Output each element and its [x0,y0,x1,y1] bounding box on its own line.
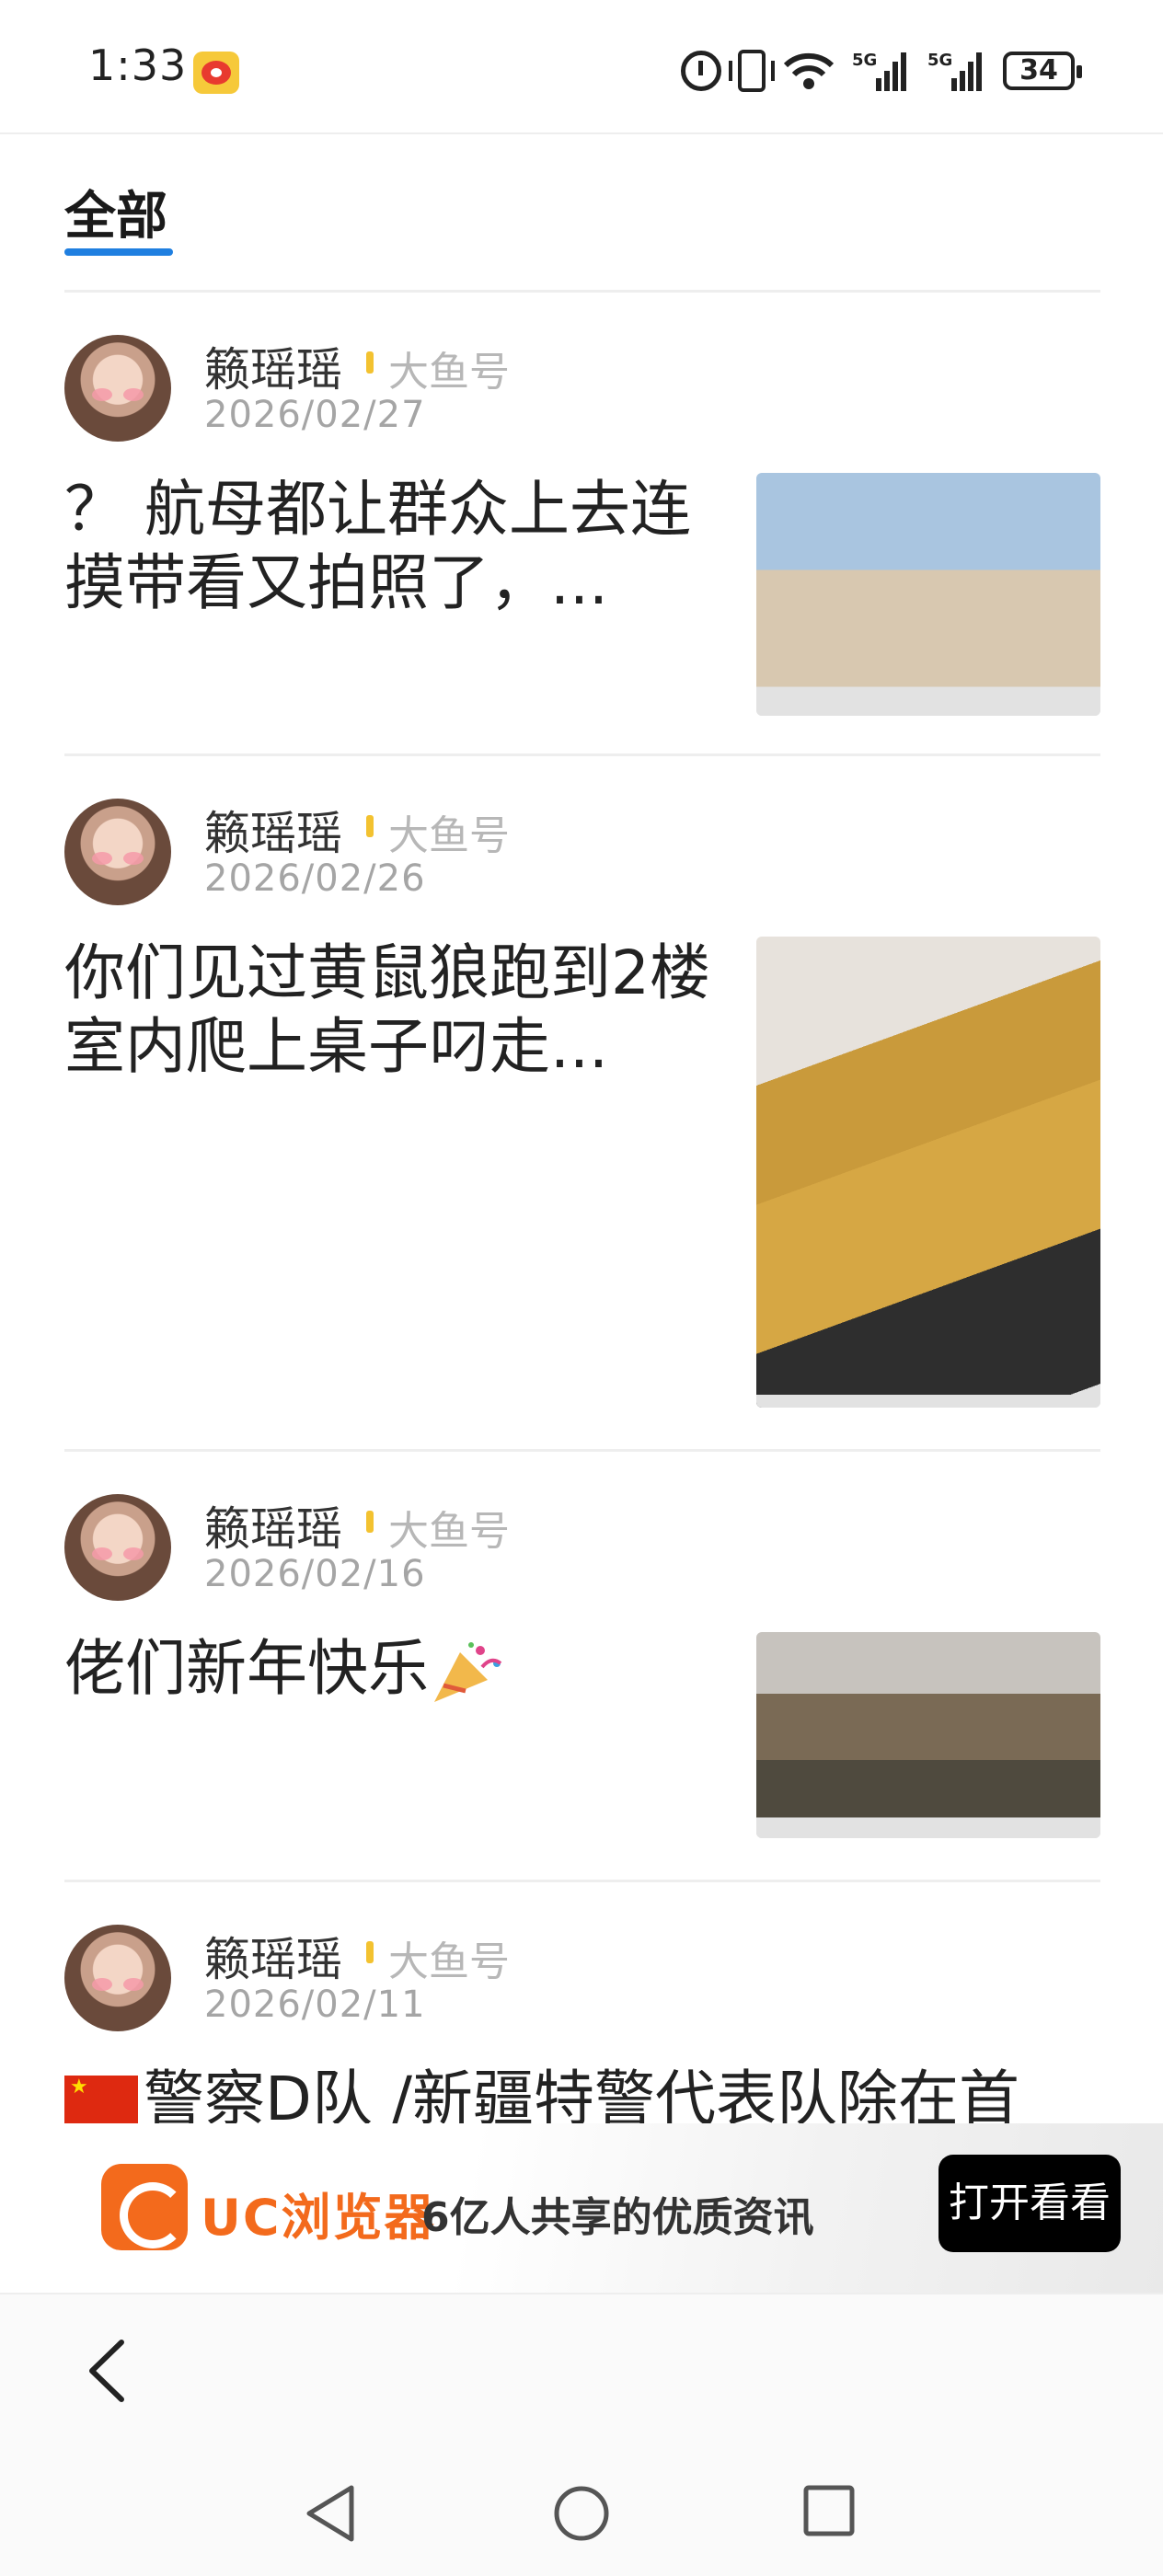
author-name: 籁瑶瑶 [204,343,342,397]
vibrate-icon [729,50,775,92]
alarm-icon [681,51,721,91]
signal-icon: 5G [852,49,911,93]
status-time: 1:33 [88,40,188,90]
uc-slogan: 6亿人共享的优质资讯 [421,2194,814,2241]
weibo-icon [193,52,239,94]
source-mark [366,815,374,837]
avatar[interactable] [64,1925,171,2031]
source-label: 大鱼号 [388,349,510,396]
post-title[interactable]: 警察D队 /新疆特警代表队除在首 [64,2063,1100,2123]
system-back-icon[interactable] [304,2484,359,2543]
article-feed: 籁瑶瑶 大鱼号 2026/02/27 ？ 航母都让群众上去连摸带看又拍照了，..… [64,293,1100,2123]
post-title[interactable]: ？ 航母都让群众上去连摸带看又拍照了，... [64,473,718,620]
uc-brand-name: UC浏览器 [201,2189,436,2247]
uc-promo-banner[interactable]: UC浏览器 6亿人共享的优质资讯 打开看看 [0,2123,1163,2293]
source-mark [366,351,374,374]
svg-text:5G: 5G [927,51,952,70]
post-thumbnail[interactable] [756,473,1100,716]
avatar[interactable] [64,1494,171,1601]
post-title[interactable]: 佬们新年快乐 [64,1632,718,1706]
source-label: 大鱼号 [388,1508,510,1555]
app-bottom-bar [0,2293,1163,2449]
source-label: 大鱼号 [388,1938,510,1985]
uc-logo-icon [101,2164,188,2250]
post-date: 2026/02/16 [204,1553,426,1595]
list-item[interactable]: 籁瑶瑶 大鱼号 2026/02/26 你们见过黄鼠狼跑到2楼室内爬上桌子叼走..… [64,756,1100,1452]
svg-text:5G: 5G [852,51,877,70]
post-date: 2026/02/27 [204,394,426,436]
list-item[interactable]: 籁瑶瑶 大鱼号 2026/02/11 警察D队 /新疆特警代表队除在首 [64,1882,1100,2123]
author-name: 籁瑶瑶 [204,1502,342,1556]
post-title-text: 佬们新年快乐 [64,1633,429,1704]
status-bar: 1:33 5G 5G 34 [0,0,1163,134]
post-title[interactable]: 你们见过黄鼠狼跑到2楼室内爬上桌子叼走... [64,937,718,1084]
author-name: 籁瑶瑶 [204,807,342,860]
status-icons: 5G 5G 34 [681,48,1082,94]
signal-icon: 5G [927,49,986,93]
post-date: 2026/02/26 [204,857,426,900]
avatar[interactable] [64,335,171,442]
system-recents-icon[interactable] [802,2484,856,2537]
avatar[interactable] [64,799,171,905]
back-chevron-icon[interactable] [81,2339,136,2403]
tab-active-indicator [64,248,173,256]
tab-all[interactable]: 全部 [64,175,167,249]
wifi-icon [782,51,835,91]
battery-icon: 34 [1003,52,1082,90]
source-mark [366,1511,374,1533]
list-item[interactable]: 籁瑶瑶 大鱼号 2026/02/16 佬们新年快乐 [64,1452,1100,1882]
system-nav-bar [0,2449,1163,2576]
open-app-button[interactable]: 打开看看 [938,2155,1121,2252]
list-item[interactable]: 籁瑶瑶 大鱼号 2026/02/27 ？ 航母都让群众上去连摸带看又拍照了，..… [64,293,1100,756]
post-date: 2026/02/11 [204,1984,426,2026]
post-thumbnail[interactable] [756,937,1100,1408]
party-popper-icon [434,1641,502,1702]
author-name: 籁瑶瑶 [204,1933,342,1986]
tab-bar: 全部 [64,134,1100,293]
system-home-icon[interactable] [552,2484,611,2543]
source-label: 大鱼号 [388,812,510,859]
post-title-text: 警察D队 /新疆特警代表队除在首 [144,2064,1020,2123]
china-flag-icon [64,2075,138,2123]
source-mark [366,1941,374,1963]
post-thumbnail[interactable] [756,1632,1100,1838]
